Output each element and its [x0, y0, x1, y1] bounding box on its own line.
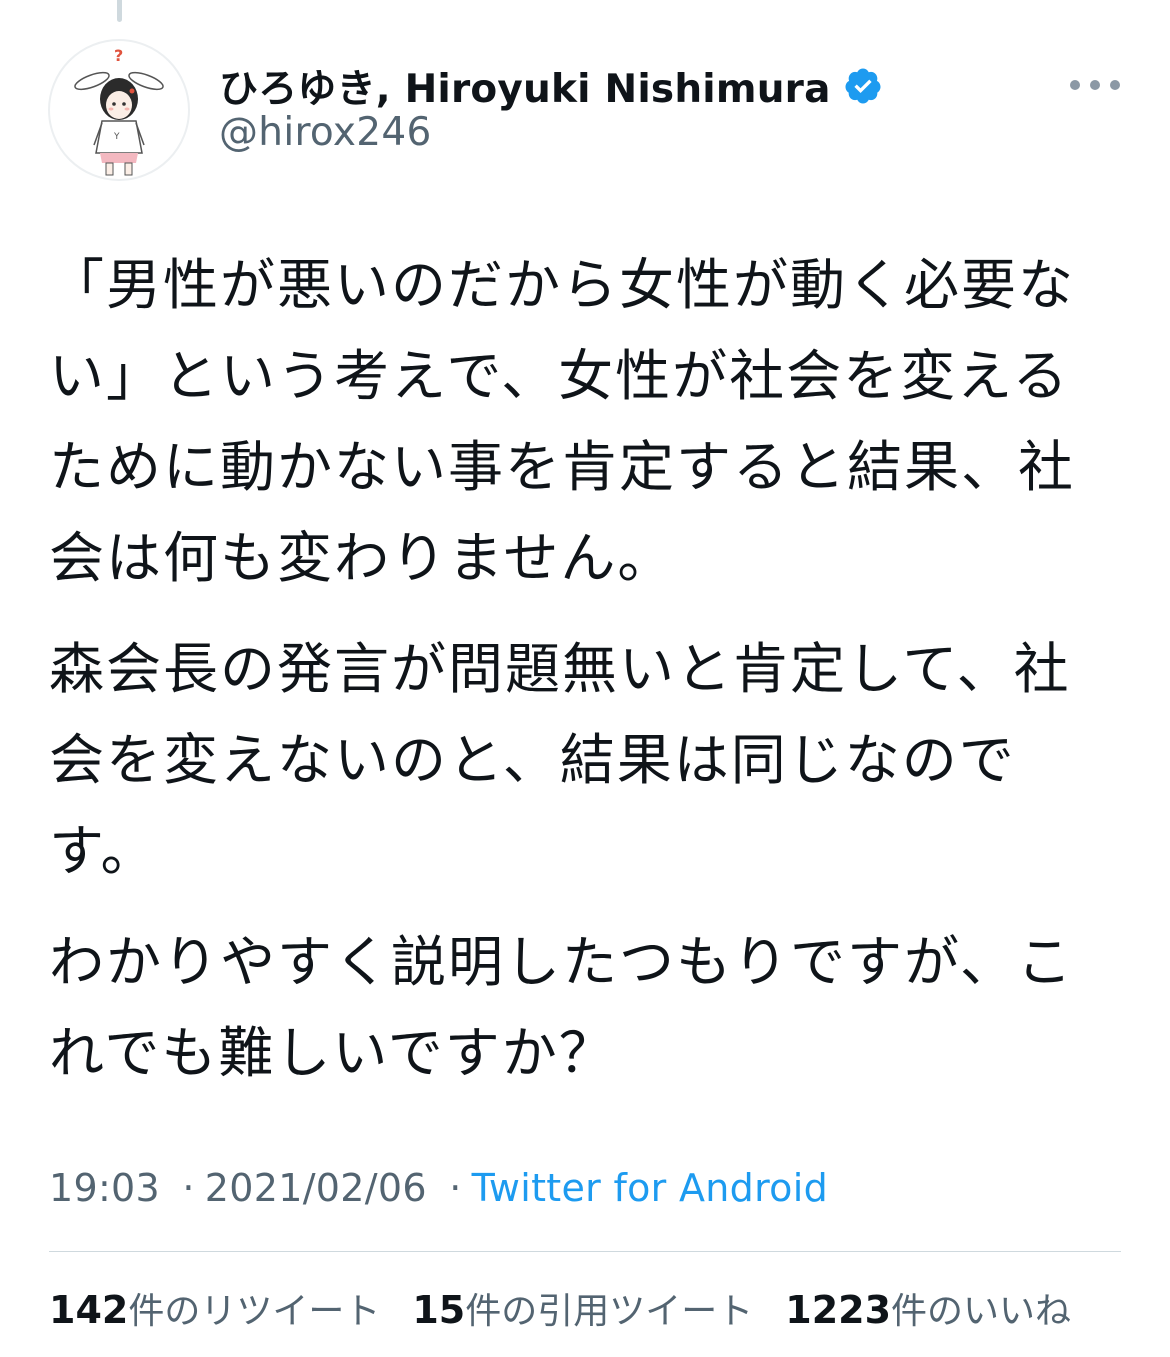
tweet-line: 「男性が悪いのだから女性が動く必要な — [49, 253, 1076, 317]
divider — [49, 1251, 1121, 1252]
quote-tweet-count: 15 — [412, 1288, 466, 1332]
thread-connector-line — [117, 0, 122, 22]
tweet-line: 森会長の発言が問題無いと肯定して、社 — [49, 637, 1071, 701]
tweet-paragraph-3: わかりやすく説明したつもりですが、こ れでも難しいですか？ — [49, 917, 1129, 1099]
retweets-stat[interactable]: 142 件のリツイート — [49, 1282, 380, 1334]
quote-tweets-stat[interactable]: 15 件の引用ツイート — [412, 1282, 753, 1334]
tweet-line: す。 — [49, 819, 158, 883]
tweet-stats: 142 件のリツイート 15 件の引用ツイート 1223 件のいいね — [49, 1283, 1103, 1333]
tweet-line: わかりやすく説明したつもりですが、こ — [49, 930, 1074, 994]
more-dot — [1090, 80, 1100, 90]
meta-separator: · — [449, 1166, 462, 1210]
tweet-line: れでも難しいですか？ — [49, 1021, 616, 1085]
more-dot — [1070, 80, 1080, 90]
avatar-question-mark: ? — [114, 46, 123, 65]
author-name-row[interactable]: ひろゆき, Hiroyuki Nishimura — [219, 60, 883, 112]
more-dot — [1110, 80, 1120, 90]
tweet-date[interactable]: 2021/02/06 — [205, 1166, 427, 1210]
tweet-time[interactable]: 19:03 — [49, 1166, 160, 1210]
tweet-source-link[interactable]: Twitter for Android — [472, 1166, 828, 1210]
author-handle[interactable]: @hirox246 — [219, 110, 432, 155]
author-display-name[interactable]: ひろゆき, Hiroyuki Nishimura — [219, 58, 831, 114]
meta-separator: · — [182, 1166, 195, 1210]
tweet-line: ために動かない事を肯定すると結果、社 — [49, 435, 1076, 499]
author-avatar[interactable]: ? Y — [48, 39, 190, 181]
svg-text:Y: Y — [113, 132, 120, 142]
tweet-paragraph-1: 「男性が悪いのだから女性が動く必要な い」という考えで、女性が社会を変える ため… — [49, 240, 1129, 604]
verified-badge-icon — [845, 68, 881, 104]
tweet-line: 会を変えないのと、結果は同じなので — [49, 728, 1016, 792]
likes-stat[interactable]: 1223 件のいいね — [785, 1282, 1071, 1334]
tweet-paragraph-2: 森会長の発言が問題無いと肯定して、社 会を変えないのと、結果は同じなので す。 — [49, 624, 1129, 897]
tweet-line: い」という考えで、女性が社会を変える — [49, 344, 1070, 408]
retweet-count: 142 — [49, 1288, 129, 1332]
bunny-ear-character-avatar-icon: ? Y — [74, 46, 164, 176]
like-count: 1223 — [785, 1288, 892, 1332]
tweet-meta: 19:03 · 2021/02/06 · Twitter for Android — [49, 1166, 828, 1210]
like-label: 件のいいね — [891, 1291, 1072, 1332]
tweet-line: 会は何も変わりません。 — [49, 526, 675, 590]
tweet-text: 「男性が悪いのだから女性が動く必要な い」という考えで、女性が社会を変える ため… — [49, 240, 1129, 1099]
retweet-label: 件のリツイート — [128, 1291, 381, 1332]
more-horizontal-icon[interactable] — [1070, 72, 1120, 98]
quote-tweet-label: 件の引用ツイート — [465, 1291, 754, 1332]
